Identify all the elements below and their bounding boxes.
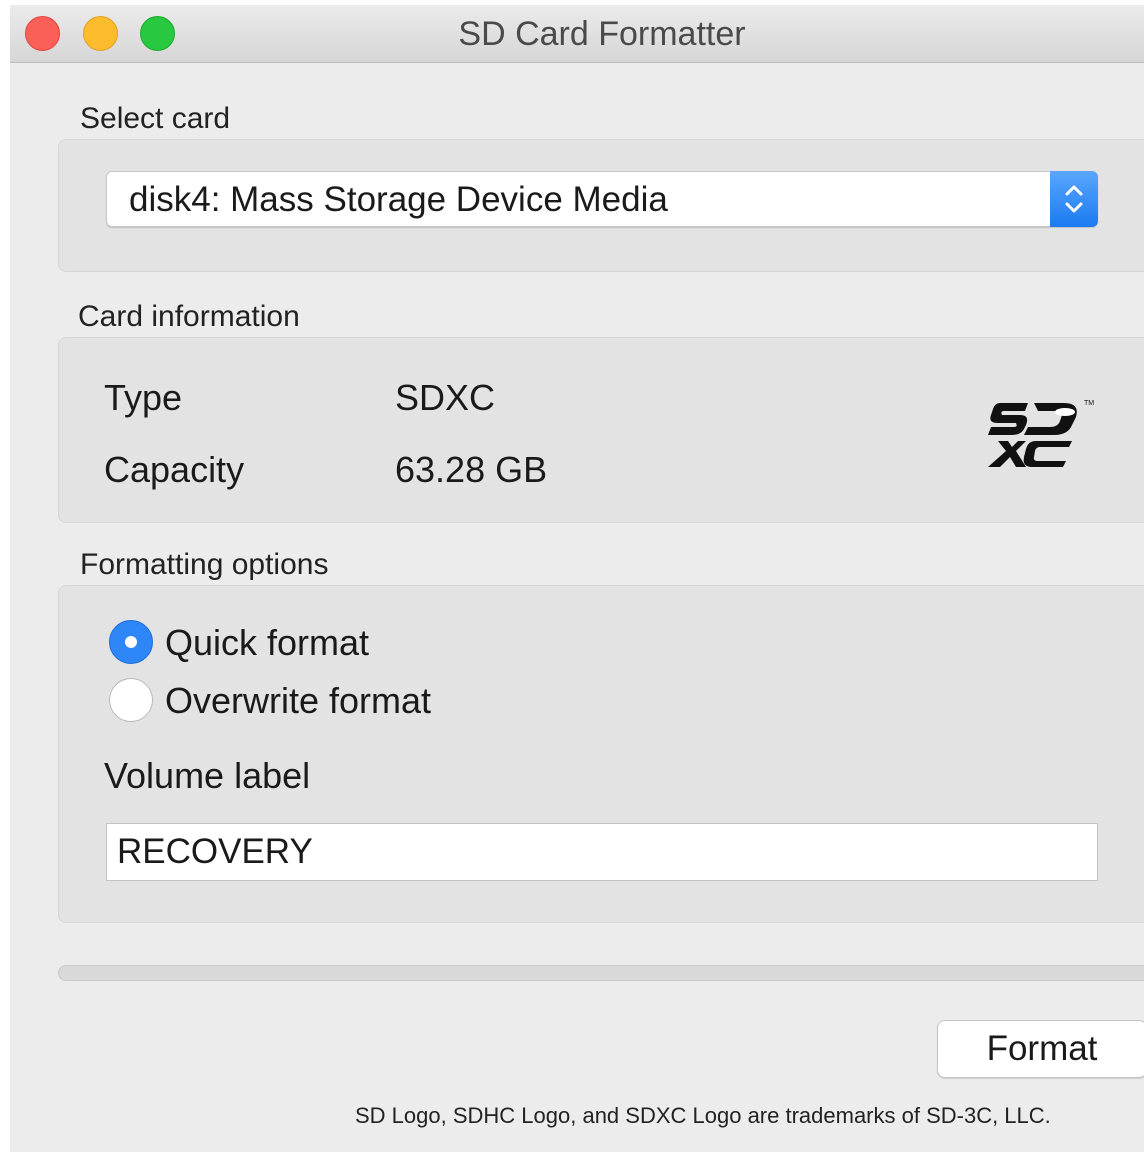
volume-label-title: Volume label (104, 755, 311, 796)
card-select-value: disk4: Mass Storage Device Media (129, 180, 668, 219)
sdxc-logo-icon: TM (980, 395, 1100, 480)
volume-label-input[interactable] (106, 823, 1098, 881)
trademark-notice: SD Logo, SDHC Logo, and SDXC Logo are tr… (355, 1103, 1051, 1128)
format-button[interactable]: Format (937, 1020, 1144, 1078)
format-progress-bar (58, 965, 1144, 981)
type-value: SDXC (395, 377, 496, 418)
overwrite-format-radio[interactable] (109, 678, 153, 722)
card-select-dropdown[interactable]: disk4: Mass Storage Device Media (106, 171, 1098, 227)
formatting-options-label: Formatting options (80, 548, 329, 581)
chevron-updown-icon[interactable] (1050, 171, 1098, 227)
window-title: SD Card Formatter (458, 15, 746, 53)
svg-text:TM: TM (1084, 400, 1094, 407)
quick-format-label[interactable]: Quick format (165, 622, 369, 664)
select-card-label: Select card (80, 102, 231, 135)
title-bar: SD Card Formatter (10, 5, 1144, 63)
quick-format-radio[interactable] (109, 620, 153, 664)
type-label: Type (104, 377, 183, 418)
capacity-value: 63.28 GB (395, 449, 548, 490)
app-window: SD Card Formatter Select card disk4: Mas… (10, 5, 1144, 1152)
overwrite-format-label[interactable]: Overwrite format (165, 680, 431, 722)
capacity-label: Capacity (104, 449, 245, 490)
card-information-label: Card information (78, 300, 300, 333)
